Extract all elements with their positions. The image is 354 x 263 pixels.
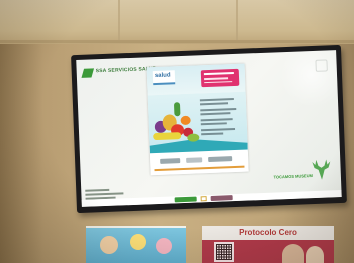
protocolo-header: Protocolo Cero	[202, 226, 334, 240]
ceiling	[0, 0, 354, 44]
poster-body	[147, 91, 248, 154]
poster-footer	[149, 149, 249, 176]
cartoon-character	[130, 234, 146, 250]
television: SSA SERVICIOS SALUD salud TOCAMOS MUSEUM	[71, 44, 347, 214]
salud-badge-text: salud	[154, 72, 171, 80]
sponsor-logo	[186, 157, 203, 163]
pineapple-leaves-icon	[173, 102, 181, 117]
protocolo-poster: Protocolo Cero	[202, 226, 334, 263]
banana-icon	[153, 132, 182, 141]
footer-logo-maroon	[210, 195, 233, 201]
deer-logo-icon	[312, 159, 331, 180]
promo-line	[203, 72, 234, 76]
cartoon-character	[156, 238, 172, 254]
text-line	[200, 102, 229, 105]
caption-line	[85, 188, 110, 192]
text-line	[199, 98, 234, 101]
orange-icon	[180, 115, 191, 126]
person-figure	[306, 246, 324, 263]
text-line	[201, 132, 224, 135]
text-line	[200, 107, 237, 111]
sponsor-logo	[208, 156, 233, 163]
promo-tag	[200, 68, 240, 88]
health-poster: salud	[146, 63, 249, 176]
ceiling-seam	[236, 0, 238, 40]
footer-logo-green	[174, 196, 197, 203]
footer-logos	[174, 195, 249, 203]
text-line	[201, 128, 236, 131]
orange-rule	[154, 165, 245, 172]
cartoon-character	[100, 236, 118, 254]
sponsor-logo	[160, 158, 181, 164]
salud-badge: salud	[152, 70, 176, 86]
ceiling-edge	[0, 40, 354, 43]
poster-header: salud	[146, 63, 246, 96]
person-figure	[282, 244, 304, 263]
caption-line	[85, 192, 124, 196]
cartoon-poster	[86, 226, 186, 263]
promo-line	[204, 81, 233, 84]
footer-logo-seal	[200, 196, 207, 202]
screen-glare	[275, 50, 342, 107]
photo-scene: SSA SERVICIOS SALUD salud TOCAMOS MUSEUM…	[0, 0, 354, 263]
tv-screen: SSA SERVICIOS SALUD salud TOCAMOS MUSEUM	[76, 50, 342, 207]
qr-code-icon	[214, 242, 234, 262]
protocolo-title: Protocolo Cero	[239, 228, 297, 237]
logo-mark-icon	[81, 68, 95, 78]
ceiling-seam	[118, 0, 120, 40]
text-line	[200, 122, 227, 125]
text-line	[200, 112, 231, 115]
poster-text-block	[199, 98, 242, 144]
text-line	[200, 118, 233, 121]
header-logo: SSA SERVICIOS SALUD	[81, 66, 157, 79]
promo-line	[204, 77, 229, 81]
deer-logo-text: TOCAMOS MUSEUM	[273, 173, 313, 180]
corner-icon	[315, 59, 328, 72]
